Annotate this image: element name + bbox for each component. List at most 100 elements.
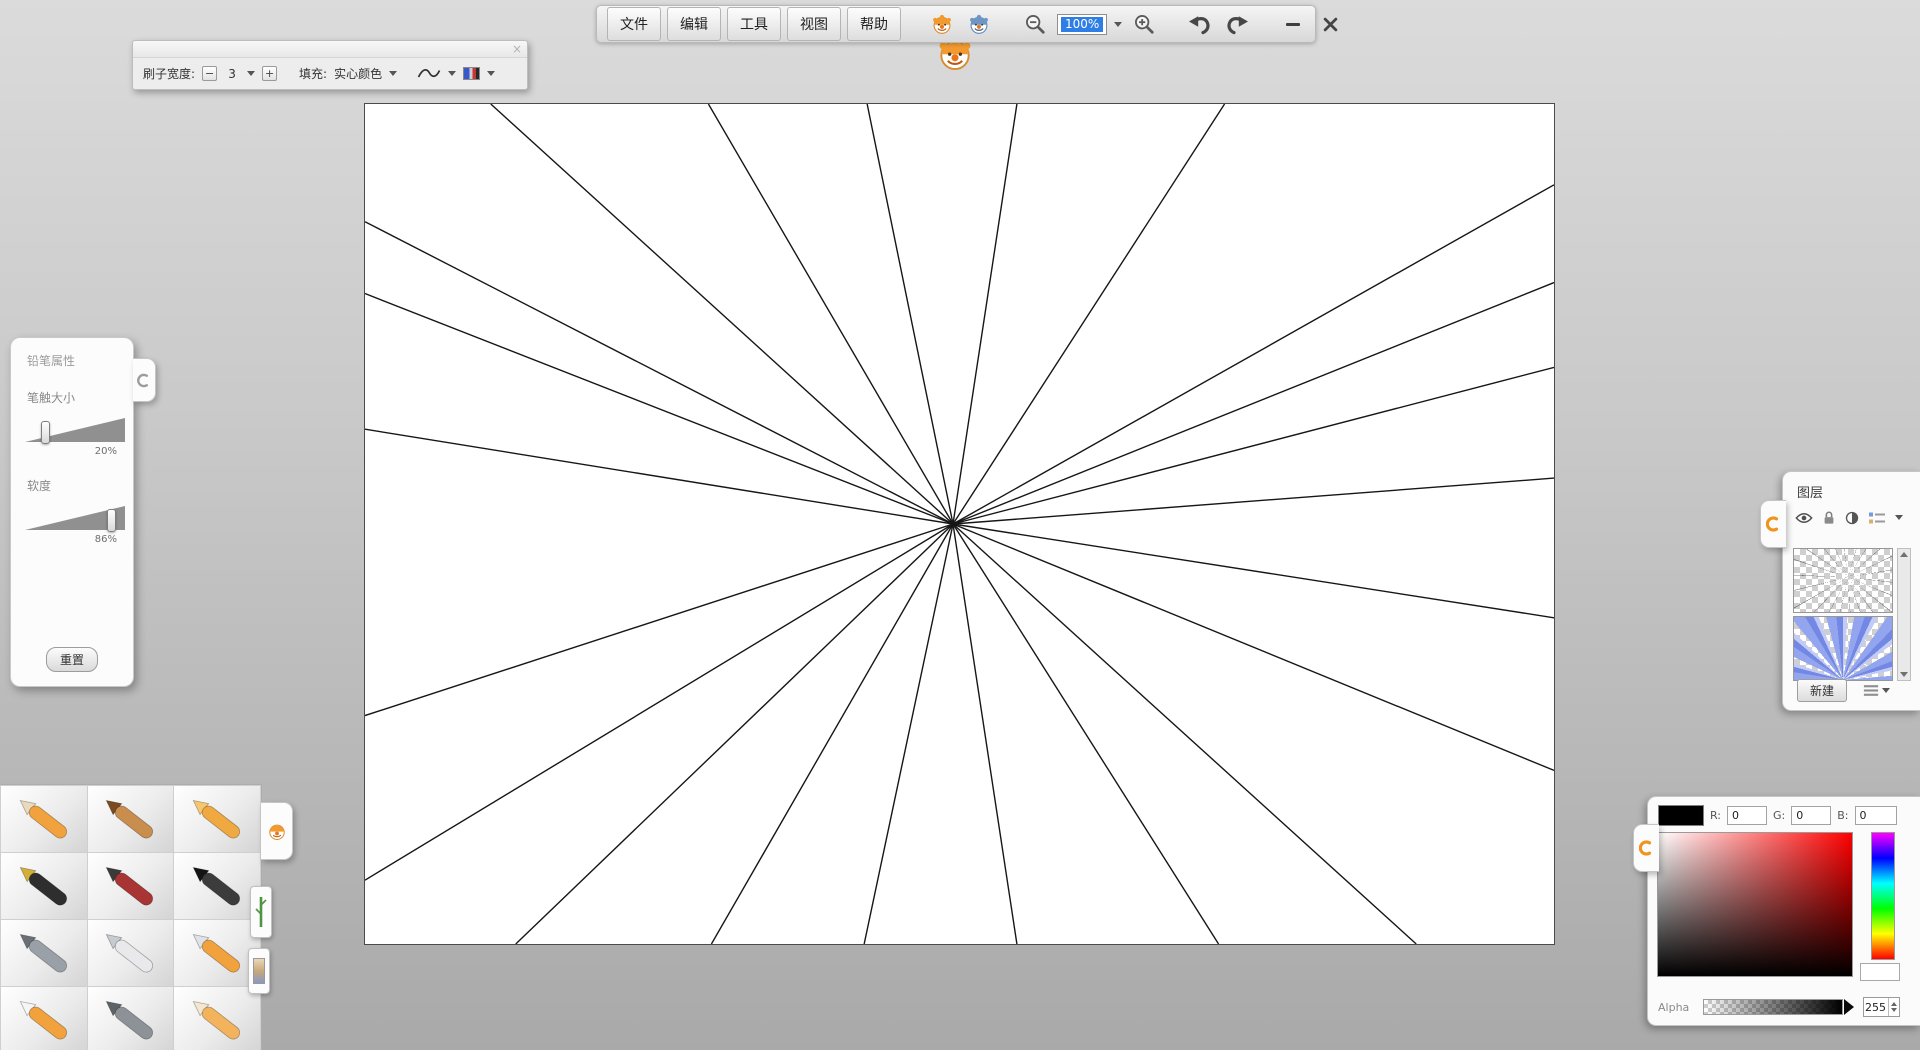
pencil-stroke [952, 523, 1417, 944]
scroll-up-icon[interactable] [1900, 552, 1908, 557]
brush-palette-knife[interactable] [87, 920, 174, 986]
pencil-panel-tab[interactable] [133, 358, 156, 402]
rgb-row: R: 0 G: 0 B: 0 [1658, 805, 1897, 826]
wood-brush-icon [106, 799, 154, 839]
pencil-stroke [515, 523, 954, 944]
layer-options-caret[interactable] [1895, 515, 1903, 520]
fill-caret[interactable] [389, 71, 398, 76]
brush-crayon[interactable] [174, 786, 260, 852]
brush-paint-tube[interactable] [1, 987, 87, 1050]
alpha-label: Alpha [1658, 1001, 1690, 1014]
stroke-size-slider-handle[interactable] [41, 421, 50, 444]
magnifier-plus-icon [1135, 15, 1154, 34]
layer-blend-icon[interactable] [1845, 511, 1859, 525]
zoom-dropdown-caret[interactable] [1114, 21, 1123, 27]
menu-item-4[interactable]: 视图 [787, 7, 841, 41]
color-picker-panel: R: 0 G: 0 B: 0 Alpha 255 [1647, 796, 1920, 1026]
close-button[interactable] [1315, 10, 1345, 38]
layer-menu-icon[interactable] [1863, 684, 1879, 697]
undo-button[interactable] [1185, 10, 1215, 38]
layer-list [1793, 548, 1893, 684]
palette-knife-icon [106, 933, 154, 973]
alpha-slider[interactable] [1703, 999, 1843, 1015]
alpha-decrease-icon[interactable] [1891, 1008, 1897, 1012]
brush-eraser[interactable] [174, 987, 260, 1050]
alpha-increase-icon[interactable] [1891, 1002, 1897, 1006]
softness-slider[interactable] [25, 502, 125, 532]
alpha-slider-handle[interactable] [1844, 999, 1854, 1015]
zoom-in-button[interactable] [1129, 10, 1159, 38]
brush-palette-panel [0, 784, 262, 1050]
stroke-size-slider[interactable] [25, 414, 125, 444]
b-input[interactable]: 0 [1854, 806, 1897, 825]
hue-slider[interactable] [1871, 832, 1895, 960]
r-input[interactable]: 0 [1727, 806, 1768, 825]
undo-icon [1189, 16, 1210, 35]
layer-lock-icon[interactable] [1822, 510, 1836, 525]
secondary-swatch[interactable] [1860, 963, 1900, 981]
clown-brushes-button[interactable] [927, 10, 957, 38]
texture-panel-button[interactable] [248, 948, 270, 994]
layers-panel-tab[interactable] [1760, 500, 1786, 548]
smoothing-caret[interactable] [448, 71, 457, 76]
brush-spear-point[interactable] [87, 987, 174, 1050]
brush-palette-tab[interactable] [261, 802, 293, 860]
pencil-properties-panel: 铅笔属性 笔触大小 20% 软度 86% 重置 [10, 337, 134, 687]
layers-panel-title: 图层 [1797, 486, 1824, 501]
brush-options-panel: × 刷子宽度: − 3 + 填充: 实心颜色 [132, 40, 528, 90]
layer-menu-caret[interactable] [1882, 688, 1891, 693]
brush-width-value[interactable]: 3 [224, 67, 240, 81]
color-panel-tab[interactable] [1633, 824, 1659, 872]
bamboo-panel-button[interactable] [250, 886, 272, 938]
fill-select[interactable]: 实心颜色 [334, 65, 382, 82]
new-layer-button[interactable]: 新建 [1797, 679, 1848, 702]
redo-button[interactable] [1222, 10, 1252, 38]
softness-slider-handle[interactable] [107, 509, 116, 532]
magnifier-minus-icon [1026, 15, 1045, 34]
layer-item-2[interactable] [1793, 616, 1893, 681]
scroll-down-icon[interactable] [1900, 672, 1908, 677]
menu-item-2[interactable]: 编辑 [667, 7, 721, 41]
brush-pencil[interactable] [1, 786, 87, 852]
menu-item-1[interactable]: 文件 [607, 7, 661, 41]
smoothing-curve-icon[interactable] [417, 67, 441, 80]
saturation-value-picker[interactable] [1657, 832, 1853, 977]
brush-width-increase-button[interactable]: + [262, 66, 278, 81]
b-label: B: [1837, 809, 1849, 822]
brush-ink-brush[interactable] [174, 853, 260, 919]
minimize-button[interactable] [1278, 10, 1308, 38]
stroke-size-label: 笔触大小 [27, 391, 76, 405]
layer-item-1[interactable] [1793, 548, 1893, 613]
pencil-stroke [952, 281, 1554, 525]
red-brush-icon [106, 866, 154, 906]
brush-red-brush[interactable] [87, 853, 174, 919]
pencil-stroke [952, 523, 1554, 619]
texture-caret[interactable] [487, 71, 496, 76]
layer-visibility-eye-icon[interactable] [1795, 512, 1813, 524]
brush-width-decrease-button[interactable]: − [202, 66, 218, 81]
brush-width-caret[interactable] [247, 71, 256, 76]
alpha-value-field[interactable]: 255 [1863, 997, 1900, 1017]
brush-wood-brush[interactable] [87, 786, 174, 852]
alpha-stepper[interactable] [1888, 998, 1899, 1016]
clown-panels-button[interactable] [964, 10, 994, 38]
pencil-stroke [866, 104, 954, 525]
panel-hook-icon [137, 373, 148, 387]
layers-scrollbar[interactable] [1897, 548, 1911, 681]
texture-swatch-icon[interactable] [463, 67, 481, 80]
spear-point-icon [106, 1000, 154, 1040]
current-color-swatch[interactable] [1658, 805, 1704, 826]
brush-fountain-pen[interactable] [1, 853, 87, 919]
brush-airbrush[interactable] [1, 920, 87, 986]
clown-face-icon [933, 14, 951, 34]
drawing-canvas[interactable] [364, 103, 1555, 945]
menu-item-3[interactable]: 工具 [727, 7, 781, 41]
options-close-icon[interactable]: × [512, 42, 522, 56]
menu-item-5[interactable]: 帮助 [847, 7, 901, 41]
layer-list-options-icon[interactable] [1868, 511, 1886, 525]
zoom-level-field[interactable]: 100% [1057, 13, 1108, 35]
layer-1-preview [1794, 549, 1892, 612]
g-input[interactable]: 0 [1791, 806, 1832, 825]
zoom-out-button[interactable] [1020, 10, 1050, 38]
reset-button[interactable]: 重置 [45, 647, 99, 672]
